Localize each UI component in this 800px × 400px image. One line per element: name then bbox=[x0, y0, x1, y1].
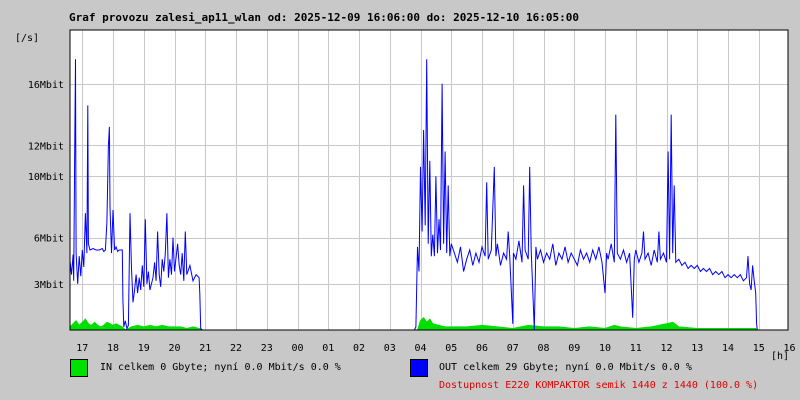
x-tick-label: 21 bbox=[199, 343, 211, 354]
legend-out-swatch bbox=[410, 359, 428, 377]
legend-in-label: IN celkem 0 Gbyte; nyní 0.0 Mbit/s 0.0 % bbox=[100, 362, 341, 373]
x-tick-label: 19 bbox=[138, 343, 150, 354]
x-tick-label: 09 bbox=[568, 343, 580, 354]
x-tick-label: 20 bbox=[169, 343, 181, 354]
plot-area: 17 18 19 20 21 22 23 00 01 02 03 04 05 06 07 08 09 10 11 12… bbox=[15, 29, 796, 362]
x-tick-label: 06 bbox=[476, 343, 488, 354]
x-tick-label: 22 bbox=[230, 343, 242, 354]
legend-in-swatch bbox=[70, 359, 88, 377]
traffic-chart: 17 18 19 20 21 22 23 00 01 02 03 04 05 06 07 08 09 10 11 12… bbox=[15, 29, 796, 362]
legend-out-label: OUT celkem 29 Gbyte; nyní 0.0 Mbit/s 0.0… bbox=[439, 362, 692, 373]
x-tick-label: 01 bbox=[322, 343, 334, 354]
y-tick-label: 16Mbit bbox=[28, 80, 64, 91]
x-tick-label: 15 bbox=[753, 343, 765, 354]
y-axis-unit: [/s] bbox=[15, 33, 39, 44]
availability-text: Dostupnost E220 KOMPAKTOR semik 1440 z 1… bbox=[439, 380, 759, 391]
y-tick-label: 12Mbit bbox=[28, 141, 64, 152]
x-tick-label: 12 bbox=[661, 343, 673, 354]
x-tick-label: 10 bbox=[599, 343, 611, 354]
x-tick-label: 13 bbox=[691, 343, 703, 354]
x-tick-label: 03 bbox=[384, 343, 396, 354]
x-tick-label: 18 bbox=[107, 343, 119, 354]
x-tick-label: 08 bbox=[538, 343, 550, 354]
x-tick-label: 02 bbox=[353, 343, 365, 354]
x-tick-label: 07 bbox=[507, 343, 519, 354]
x-axis-unit: [h] bbox=[771, 351, 789, 362]
y-tick-label: 6Mbit bbox=[34, 234, 64, 245]
y-tick-label: 10Mbit bbox=[28, 172, 64, 183]
x-tick-label: 17 bbox=[76, 343, 88, 354]
x-tick-label: 11 bbox=[630, 343, 642, 354]
x-tick-label: 00 bbox=[292, 343, 304, 354]
y-tick-label: 3Mbit bbox=[34, 280, 64, 291]
x-tick-label: 04 bbox=[415, 343, 427, 354]
x-tick-label: 14 bbox=[722, 343, 734, 354]
x-tick-label: 05 bbox=[445, 343, 457, 354]
x-tick-label: 23 bbox=[261, 343, 273, 354]
